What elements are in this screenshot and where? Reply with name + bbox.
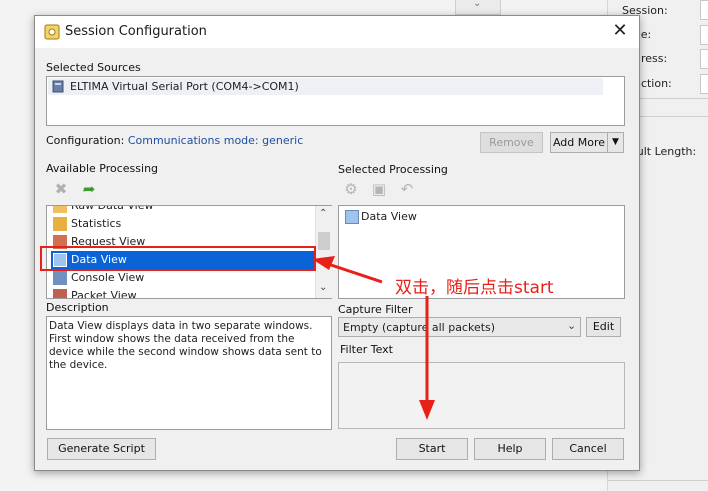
- annotation-text: 双击，随后点击start: [395, 278, 554, 298]
- annotation-arrowhead-start: [419, 400, 435, 420]
- annotation-arrows: [312, 256, 435, 420]
- annotation-arrowhead-item: [312, 256, 335, 270]
